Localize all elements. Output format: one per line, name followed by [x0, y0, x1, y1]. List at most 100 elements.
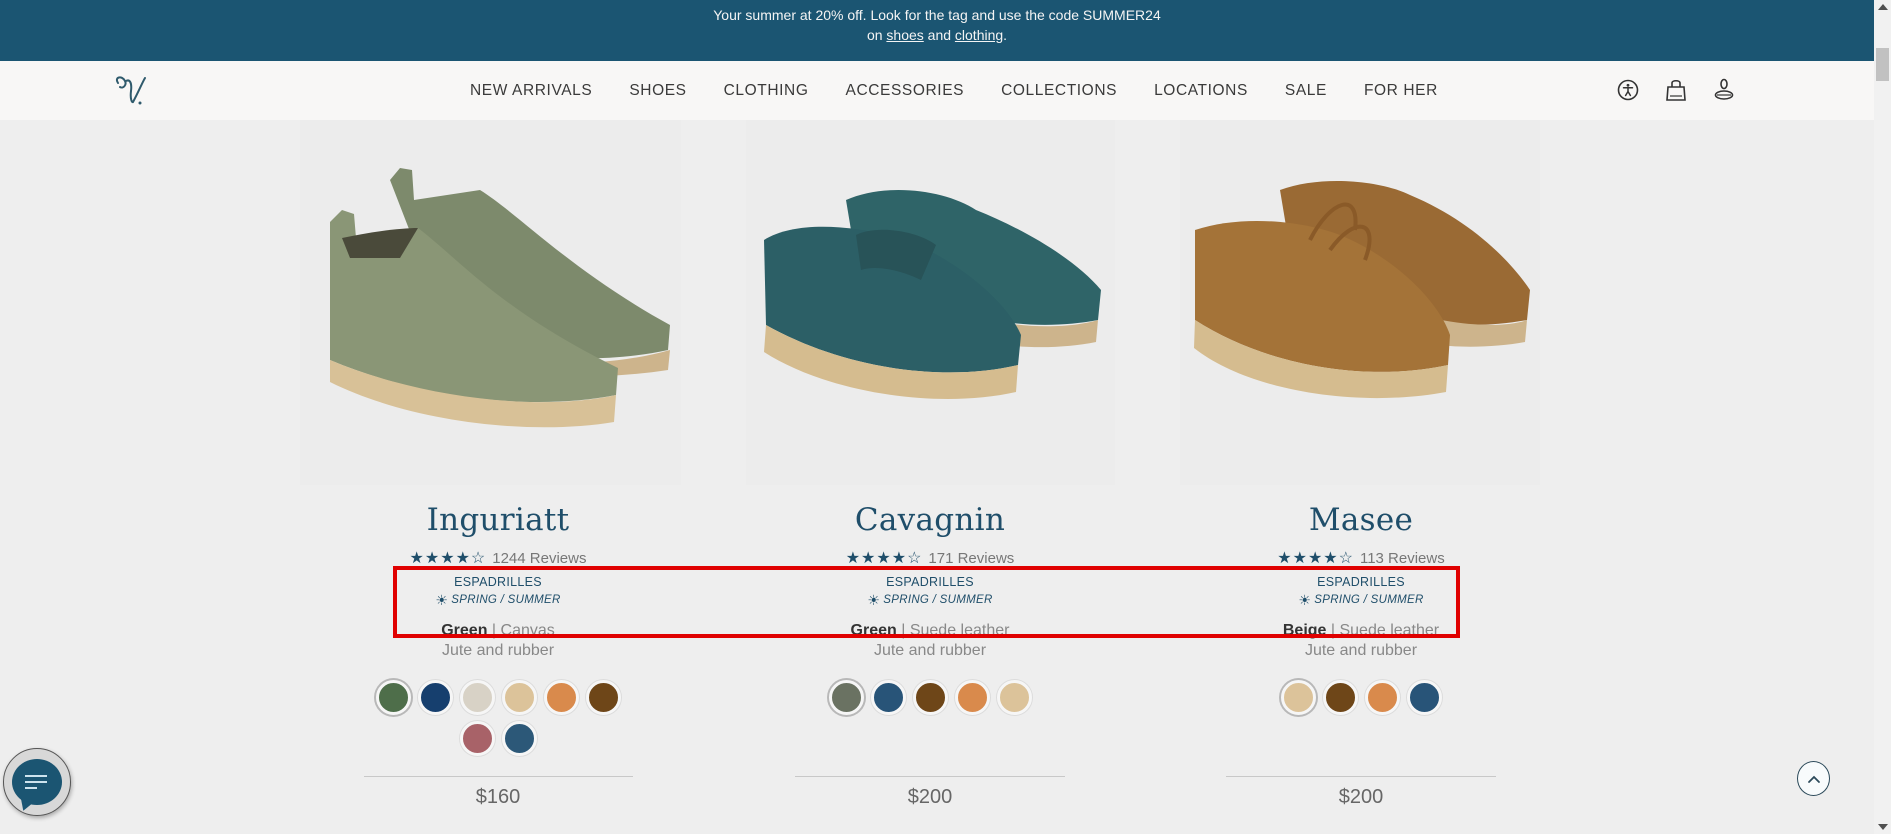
chat-button[interactable] — [3, 748, 71, 816]
color-swatch[interactable] — [501, 680, 537, 715]
nav-new-arrivals[interactable]: NEW ARRIVALS — [470, 82, 592, 100]
color-swatch[interactable] — [1322, 680, 1358, 715]
color-swatches — [1231, 677, 1491, 718]
color-swatch[interactable] — [996, 680, 1032, 715]
color-swatch[interactable] — [501, 721, 537, 756]
chevron-up-icon — [1807, 775, 1820, 783]
star-rating-icon: ★★★★☆ — [409, 550, 487, 567]
material-name: Suede leather — [909, 622, 1010, 639]
header-actions — [1616, 77, 1760, 103]
color-swatch[interactable] — [954, 680, 990, 715]
color-swatch[interactable] — [543, 680, 579, 715]
product-rating[interactable]: ★★★★☆ 171 Reviews — [730, 545, 1130, 571]
color-name: Green — [441, 622, 488, 639]
main-nav: NEW ARRIVALS SHOES CLOTHING ACCESSORIES … — [470, 61, 1475, 120]
product-card-cavagnin: Cavagnin ★★★★☆ 171 Reviews ESPADRILLES ☀… — [730, 495, 1130, 718]
price-divider — [1226, 776, 1496, 777]
accessibility-icon[interactable] — [1616, 77, 1640, 103]
loafer-teal-illustration — [746, 120, 1115, 485]
color-swatch[interactable] — [585, 680, 621, 715]
promo-text: and — [923, 27, 955, 43]
scroll-thumb[interactable] — [1876, 48, 1889, 81]
sun-icon: ☀ — [435, 592, 449, 608]
product-card-masee: Masee ★★★★☆ 113 Reviews ESPADRILLES ☀ SP… — [1161, 495, 1561, 718]
product-rating[interactable]: ★★★★☆ 113 Reviews — [1161, 545, 1561, 571]
espadrille-green-illustration — [300, 120, 681, 485]
color-swatch[interactable] — [870, 680, 906, 715]
promo-link-clothing[interactable]: clothing — [955, 27, 1003, 43]
color-swatch[interactable] — [375, 680, 411, 715]
product-type: ESPADRILLES — [1317, 575, 1405, 589]
star-rating-icon: ★★★★☆ — [1277, 550, 1354, 567]
color-swatch[interactable] — [828, 680, 864, 715]
boat-shoe-brown-illustration — [1180, 120, 1540, 485]
product-image-masee[interactable] — [1180, 120, 1540, 485]
account-icon[interactable] — [1712, 77, 1736, 103]
nav-clothing[interactable]: CLOTHING — [724, 82, 809, 100]
scroll-up-arrow-icon[interactable] — [1878, 4, 1888, 10]
product-color-material: Green | Suede leather — [850, 622, 1010, 639]
product-season: ☀ SPRING / SUMMER — [1161, 591, 1561, 609]
product-name[interactable]: Inguriatt — [298, 495, 698, 545]
product-image-inguriatt[interactable] — [300, 120, 681, 485]
color-swatch[interactable] — [459, 721, 495, 756]
chat-icon — [12, 759, 62, 813]
product-card-inguriatt: Inguriatt ★★★★☆ 1244 Reviews ESPADRILLES… — [298, 495, 698, 759]
product-type: ESPADRILLES — [454, 575, 542, 589]
color-swatch[interactable] — [417, 680, 453, 715]
season-label: SPRING / SUMMER — [1314, 594, 1424, 606]
scroll-down-arrow-icon[interactable] — [1878, 824, 1888, 830]
promo-line-1: Your summer at 20% off. Look for the tag… — [713, 7, 1161, 23]
material-name: Suede leather — [1339, 622, 1440, 639]
color-swatch[interactable] — [459, 680, 495, 715]
promo-line-2: on shoes and clothing. — [0, 25, 1874, 45]
color-swatch[interactable] — [912, 680, 948, 715]
product-price: $200 — [907, 786, 953, 808]
nav-accessories[interactable]: ACCESSORIES — [846, 82, 965, 100]
promo-banner: Your summer at 20% off. Look for the tag… — [0, 0, 1874, 61]
star-rating-icon: ★★★★☆ — [845, 550, 923, 567]
season-label: SPRING / SUMMER — [883, 594, 993, 606]
product-price: $200 — [1338, 786, 1384, 808]
product-color-material: Beige | Suede leather — [1282, 622, 1440, 639]
product-sole: Jute and rubber — [873, 642, 987, 659]
color-swatch[interactable] — [1280, 680, 1316, 715]
brand-monogram-logo[interactable] — [112, 69, 156, 109]
product-rating[interactable]: ★★★★☆ 1244 Reviews — [298, 545, 698, 571]
color-swatches — [368, 677, 628, 759]
shopping-bag-icon[interactable] — [1664, 77, 1688, 103]
review-count: 1244 Reviews — [492, 549, 587, 567]
page-scrollbar[interactable] — [1874, 0, 1891, 834]
nav-locations[interactable]: LOCATIONS — [1154, 82, 1248, 100]
scroll-to-top-button[interactable] — [1797, 761, 1830, 796]
price-divider — [364, 776, 633, 777]
nav-shoes[interactable]: SHOES — [629, 82, 686, 100]
season-label: SPRING / SUMMER — [451, 594, 561, 606]
product-sole: Jute and rubber — [441, 642, 555, 659]
nav-sale[interactable]: SALE — [1285, 82, 1327, 100]
product-season: ☀ SPRING / SUMMER — [730, 591, 1130, 609]
product-name[interactable]: Masee — [1161, 495, 1561, 545]
price-divider — [795, 776, 1065, 777]
product-image-cavagnin[interactable] — [746, 120, 1115, 485]
promo-text: on — [866, 27, 887, 43]
product-sole: Jute and rubber — [1304, 642, 1418, 659]
product-type: ESPADRILLES — [886, 575, 974, 589]
color-swatches — [800, 677, 1060, 718]
nav-collections[interactable]: COLLECTIONS — [1001, 82, 1117, 100]
color-swatch[interactable] — [1406, 680, 1442, 715]
product-season: ☀ SPRING / SUMMER — [298, 591, 698, 609]
color-name: Beige — [1282, 622, 1327, 639]
nav-for-her[interactable]: FOR HER — [1364, 82, 1438, 100]
promo-link-shoes[interactable]: shoes — [886, 27, 923, 43]
sun-icon: ☀ — [1298, 592, 1312, 608]
product-name[interactable]: Cavagnin — [730, 495, 1130, 545]
review-count: 113 Reviews — [1359, 549, 1445, 567]
product-color-material: Green | Canvas — [441, 622, 555, 639]
promo-text: . — [1003, 27, 1008, 43]
product-price: $160 — [475, 786, 521, 808]
color-swatch[interactable] — [1364, 680, 1400, 715]
header: NEW ARRIVALS SHOES CLOTHING ACCESSORIES … — [0, 61, 1874, 120]
color-name: Green — [850, 622, 897, 639]
sun-icon: ☀ — [867, 592, 881, 608]
